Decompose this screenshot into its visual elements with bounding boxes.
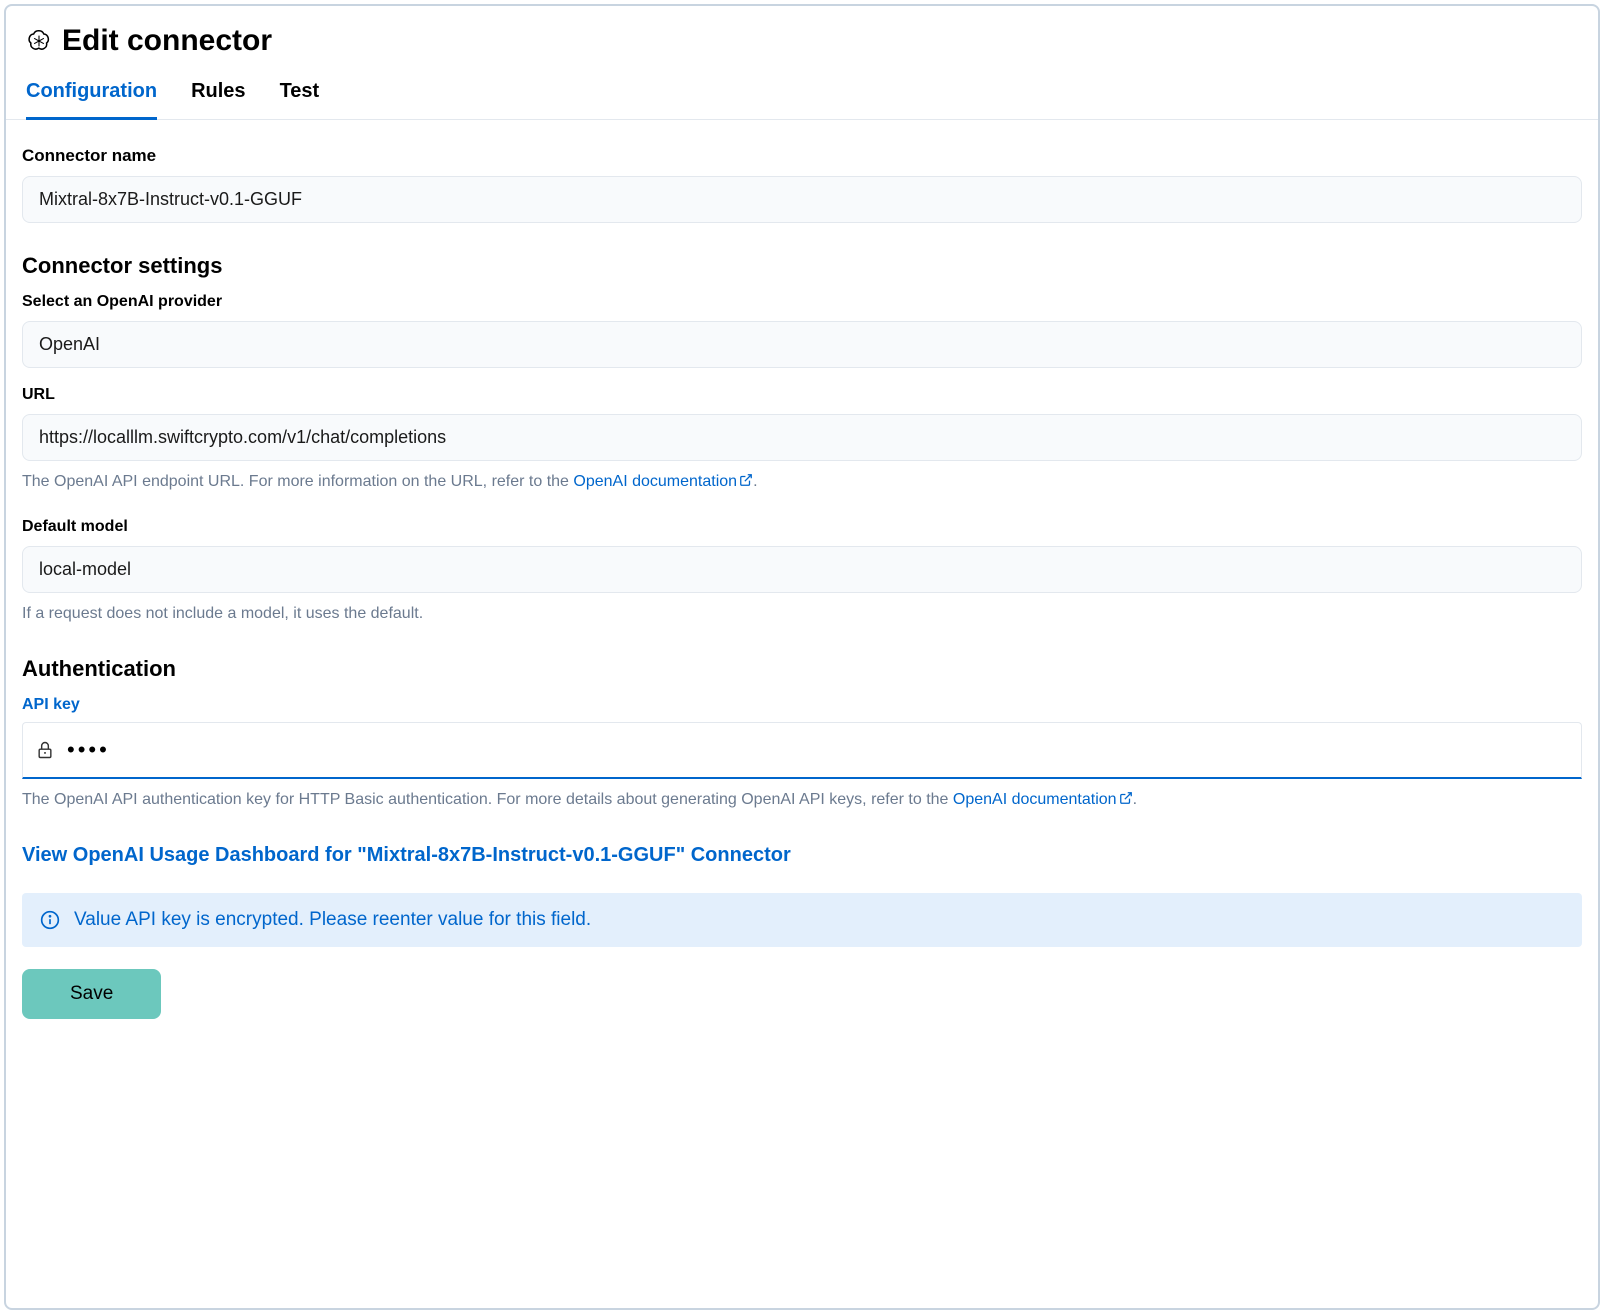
info-banner-text: Value API key is encrypted. Please reent… [74,909,591,931]
api-key-helper: The OpenAI API authentication key for HT… [22,789,1582,812]
api-key-label: API key [22,696,1582,714]
tab-configuration[interactable]: Configuration [26,70,157,120]
connector-settings-heading: Connector settings [22,253,1582,279]
info-banner: Value API key is encrypted. Please reent… [22,893,1582,947]
tabs: Configuration Rules Test [6,70,1598,120]
external-link-icon [1119,790,1133,812]
connector-name-input[interactable] [22,176,1582,223]
provider-input[interactable] [22,321,1582,368]
info-icon [40,910,60,930]
save-button[interactable]: Save [22,969,161,1019]
api-key-field-wrap [22,722,1582,779]
url-helper: The OpenAI API endpoint URL. For more in… [22,471,1582,494]
external-link-icon [739,472,753,494]
api-key-input[interactable] [67,723,1569,777]
page-title: Edit connector [62,24,272,58]
openai-doc-link-url[interactable]: OpenAI documentation [573,473,753,490]
connector-name-label: Connector name [22,146,1582,166]
default-model-helper: If a request does not include a model, i… [22,603,1582,625]
url-label: URL [22,386,1582,404]
tab-test[interactable]: Test [280,70,320,120]
authentication-heading: Authentication [22,656,1582,682]
usage-dashboard-link[interactable]: View OpenAI Usage Dashboard for "Mixtral… [22,844,791,867]
default-model-label: Default model [22,518,1582,536]
default-model-input[interactable] [22,546,1582,593]
openai-doc-link-apikey[interactable]: OpenAI documentation [953,791,1133,808]
url-input[interactable] [22,414,1582,461]
lock-icon [35,739,67,761]
provider-label: Select an OpenAI provider [22,293,1582,311]
tab-rules[interactable]: Rules [191,70,245,120]
openai-logo-icon [26,28,52,54]
